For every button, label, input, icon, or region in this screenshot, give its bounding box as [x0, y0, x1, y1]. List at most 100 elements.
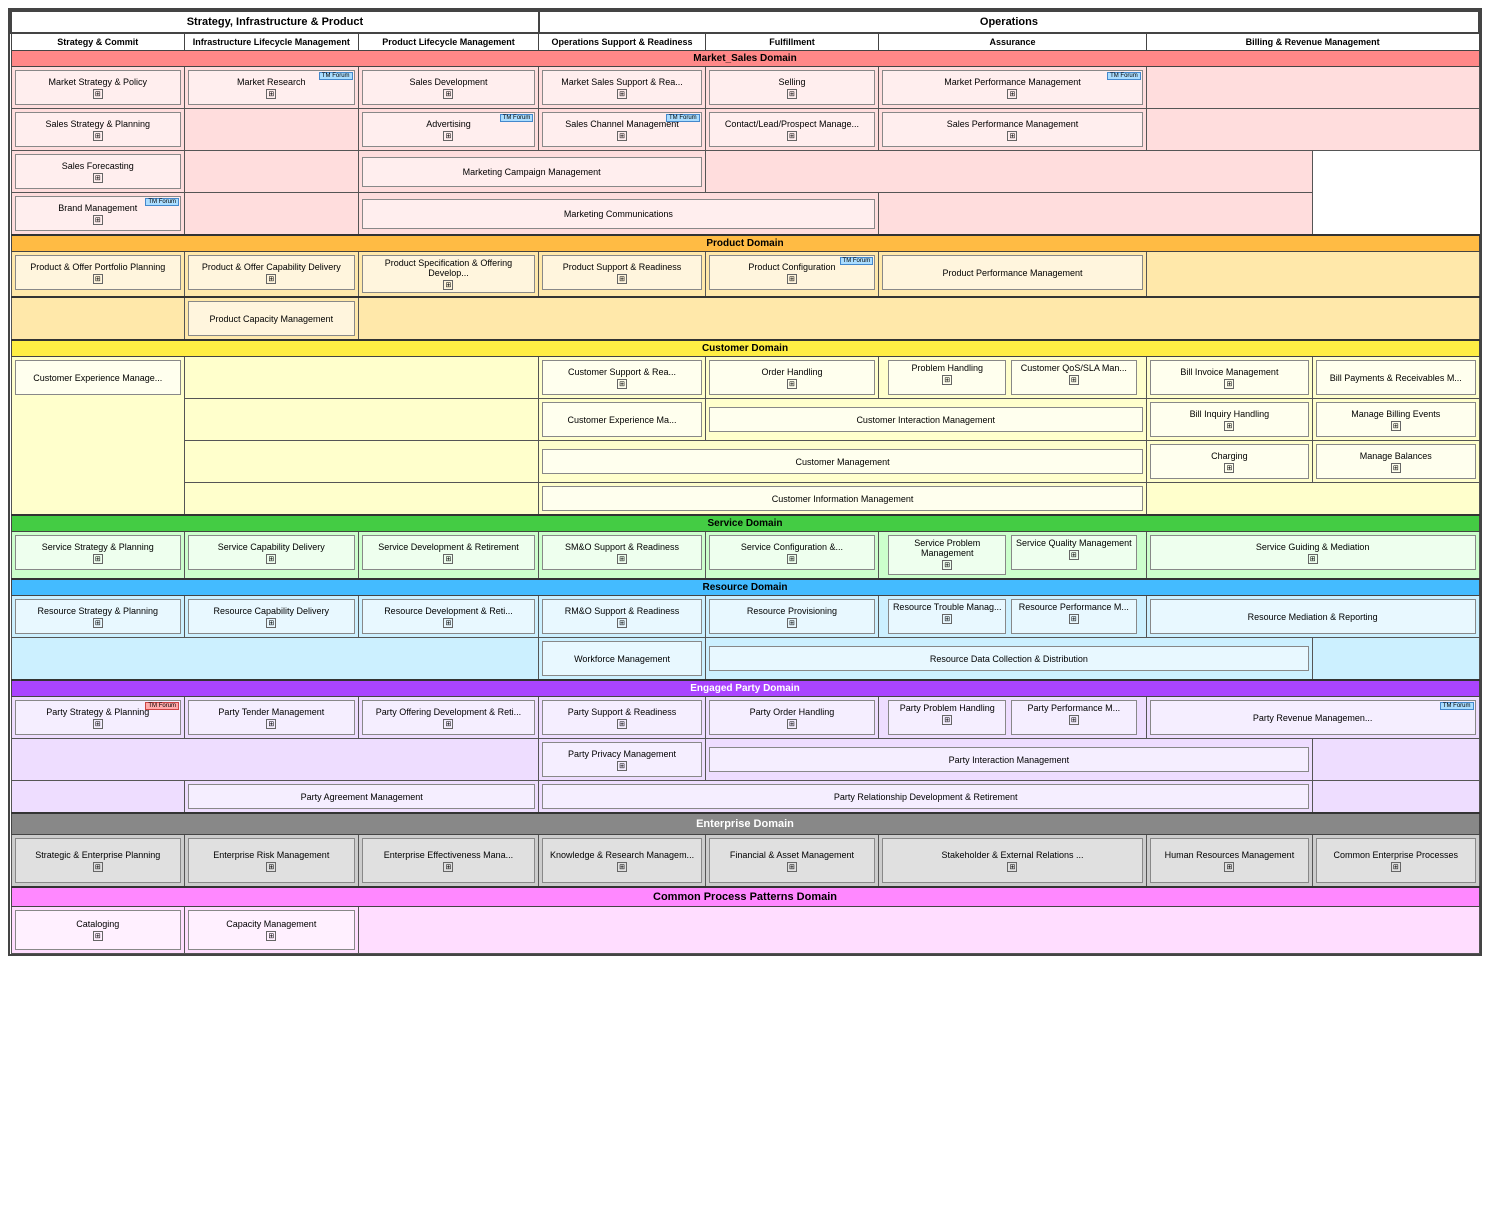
cell-problem-handling[interactable]: Problem Handling ⊞ Customer QoS/SLA Man.…: [879, 357, 1147, 399]
cell-resource-trouble[interactable]: Resource Trouble Manag... ⊞ Resource Per…: [879, 596, 1147, 638]
expand-icon[interactable]: ⊞: [1224, 421, 1234, 431]
cell-customer-info[interactable]: Customer Information Management: [539, 483, 1146, 516]
expand-icon[interactable]: ⊞: [942, 375, 952, 385]
cell-party-strategy[interactable]: TM Forum Party Strategy & Planning ⊞: [11, 697, 185, 739]
expand-icon[interactable]: ⊞: [617, 89, 627, 99]
cell-resource-data[interactable]: Resource Data Collection & Distribution: [705, 638, 1312, 681]
cell-contact-lead[interactable]: Contact/Lead/Prospect Manage... ⊞: [705, 109, 879, 151]
cell-market-perf[interactable]: TM Forum Market Performance Management ⊞: [879, 67, 1147, 109]
cell-product-support[interactable]: Product Support & Readiness ⊞: [539, 252, 705, 298]
cell-resource-capability[interactable]: Resource Capability Delivery ⊞: [185, 596, 359, 638]
cell-party-offering[interactable]: Party Offering Development & Reti... ⊞: [358, 697, 539, 739]
expand-icon[interactable]: ⊞: [617, 862, 627, 872]
expand-icon[interactable]: ⊞: [1391, 463, 1401, 473]
cell-smo-support[interactable]: SM&O Support & Readiness ⊞: [539, 532, 705, 580]
expand-icon[interactable]: ⊞: [266, 862, 276, 872]
expand-icon[interactable]: ⊞: [1007, 89, 1017, 99]
expand-icon[interactable]: ⊞: [443, 862, 453, 872]
cell-manage-balances[interactable]: Manage Balances ⊞: [1313, 441, 1479, 483]
expand-icon[interactable]: ⊞: [787, 89, 797, 99]
expand-icon[interactable]: ⊞: [93, 862, 103, 872]
cell-product-capability[interactable]: Product & Offer Capability Delivery ⊞: [185, 252, 359, 298]
expand-icon[interactable]: ⊞: [1069, 614, 1079, 624]
cell-stakeholder-external[interactable]: Stakeholder & External Relations ... ⊞: [879, 835, 1147, 888]
cell-service-problem[interactable]: Service Problem Management ⊞ Service Qua…: [879, 532, 1147, 580]
cell-party-privacy[interactable]: Party Privacy Management ⊞: [539, 739, 705, 781]
expand-icon[interactable]: ⊞: [266, 618, 276, 628]
cell-capacity-mgmt[interactable]: Capacity Management ⊞: [185, 907, 359, 954]
cell-bill-invoice[interactable]: Bill Invoice Management ⊞: [1146, 357, 1312, 399]
expand-icon[interactable]: ⊞: [443, 719, 453, 729]
cell-product-config[interactable]: TM Forum Product Configuration ⊞: [705, 252, 879, 298]
cell-product-perf[interactable]: Product Performance Management: [879, 252, 1147, 298]
expand-icon[interactable]: ⊞: [93, 89, 103, 99]
expand-icon[interactable]: ⊞: [1069, 375, 1079, 385]
expand-icon[interactable]: ⊞: [617, 554, 627, 564]
cell-customer-experience[interactable]: Customer Experience Manage...: [11, 357, 185, 516]
cell-resource-dev[interactable]: Resource Development & Reti... ⊞: [358, 596, 539, 638]
expand-icon[interactable]: ⊞: [93, 931, 103, 941]
expand-icon[interactable]: ⊞: [787, 131, 797, 141]
cell-customer-support[interactable]: Customer Support & Rea... ⊞: [539, 357, 705, 399]
expand-icon[interactable]: ⊞: [443, 280, 453, 290]
expand-icon[interactable]: ⊞: [617, 719, 627, 729]
cell-workforce-mgmt[interactable]: Workforce Management: [539, 638, 705, 681]
cell-market-strategy[interactable]: Market Strategy & Policy ⊞: [11, 67, 185, 109]
expand-icon[interactable]: ⊞: [443, 89, 453, 99]
cell-brand-mgmt[interactable]: TM Forum Brand Management ⊞: [11, 193, 185, 236]
expand-icon[interactable]: ⊞: [93, 554, 103, 564]
expand-icon[interactable]: ⊞: [1308, 554, 1318, 564]
cell-sales-strategy[interactable]: Sales Strategy & Planning ⊞: [11, 109, 185, 151]
expand-icon[interactable]: ⊞: [1069, 550, 1079, 560]
cell-product-spec[interactable]: Product Specification & Offering Develop…: [358, 252, 539, 298]
expand-icon[interactable]: ⊞: [787, 719, 797, 729]
expand-icon[interactable]: ⊞: [942, 560, 952, 570]
cell-common-enterprise[interactable]: Common Enterprise Processes ⊞: [1313, 835, 1479, 888]
expand-icon[interactable]: ⊞: [93, 131, 103, 141]
expand-icon[interactable]: ⊞: [1007, 131, 1017, 141]
expand-icon[interactable]: ⊞: [1224, 463, 1234, 473]
cell-product-capacity[interactable]: Product Capacity Management: [185, 297, 359, 340]
expand-icon[interactable]: ⊞: [1391, 862, 1401, 872]
expand-icon[interactable]: ⊞: [266, 931, 276, 941]
expand-icon[interactable]: ⊞: [266, 274, 276, 284]
cell-sales-channel[interactable]: TM Forum Sales Channel Management ⊞: [539, 109, 705, 151]
cell-resource-mediation[interactable]: Resource Mediation & Reporting: [1146, 596, 1479, 638]
expand-icon[interactable]: ⊞: [787, 274, 797, 284]
expand-icon[interactable]: ⊞: [1224, 862, 1234, 872]
cell-advertising[interactable]: TM Forum Advertising ⊞: [358, 109, 539, 151]
expand-icon[interactable]: ⊞: [266, 719, 276, 729]
cell-service-capability[interactable]: Service Capability Delivery ⊞: [185, 532, 359, 580]
cell-manage-billing-events[interactable]: Manage Billing Events ⊞: [1313, 399, 1479, 441]
expand-icon[interactable]: ⊞: [1007, 862, 1017, 872]
cell-human-resources[interactable]: Human Resources Management ⊞: [1146, 835, 1312, 888]
cell-sales-development[interactable]: Sales Development ⊞: [358, 67, 539, 109]
cell-resource-provisioning[interactable]: Resource Provisioning ⊞: [705, 596, 879, 638]
expand-icon[interactable]: ⊞: [266, 554, 276, 564]
cell-party-revenue[interactable]: TM Forum Party Revenue Managemen...: [1146, 697, 1479, 739]
cell-cataloging[interactable]: Cataloging ⊞: [11, 907, 185, 954]
cell-customer-mgmt[interactable]: Customer Management: [539, 441, 1146, 483]
cell-service-guiding[interactable]: Service Guiding & Mediation ⊞: [1146, 532, 1479, 580]
cell-party-support[interactable]: Party Support & Readiness ⊞: [539, 697, 705, 739]
cell-marketing-campaign[interactable]: Marketing Campaign Management: [358, 151, 705, 193]
cell-sales-perf[interactable]: Sales Performance Management ⊞: [879, 109, 1147, 151]
expand-icon[interactable]: ⊞: [942, 614, 952, 624]
expand-icon[interactable]: ⊞: [1224, 379, 1234, 389]
cell-party-tender[interactable]: Party Tender Management ⊞: [185, 697, 359, 739]
cell-marketing-comms[interactable]: Marketing Communications: [358, 193, 879, 236]
expand-icon[interactable]: ⊞: [93, 274, 103, 284]
cell-order-handling[interactable]: Order Handling ⊞: [705, 357, 879, 399]
expand-icon[interactable]: ⊞: [617, 131, 627, 141]
cell-strategic-enterprise[interactable]: Strategic & Enterprise Planning ⊞: [11, 835, 185, 888]
cell-service-config[interactable]: Service Configuration &... ⊞: [705, 532, 879, 580]
cell-bill-inquiry[interactable]: Bill Inquiry Handling ⊞: [1146, 399, 1312, 441]
cell-service-strategy[interactable]: Service Strategy & Planning ⊞: [11, 532, 185, 580]
cell-party-problem-perf[interactable]: Party Problem Handling ⊞ Party Performan…: [879, 697, 1147, 739]
expand-icon[interactable]: ⊞: [942, 715, 952, 725]
expand-icon[interactable]: ⊞: [787, 618, 797, 628]
cell-selling[interactable]: Selling ⊞: [705, 67, 879, 109]
expand-icon[interactable]: ⊞: [787, 554, 797, 564]
cell-rmo-support[interactable]: RM&O Support & Readiness ⊞: [539, 596, 705, 638]
expand-icon[interactable]: ⊞: [93, 618, 103, 628]
